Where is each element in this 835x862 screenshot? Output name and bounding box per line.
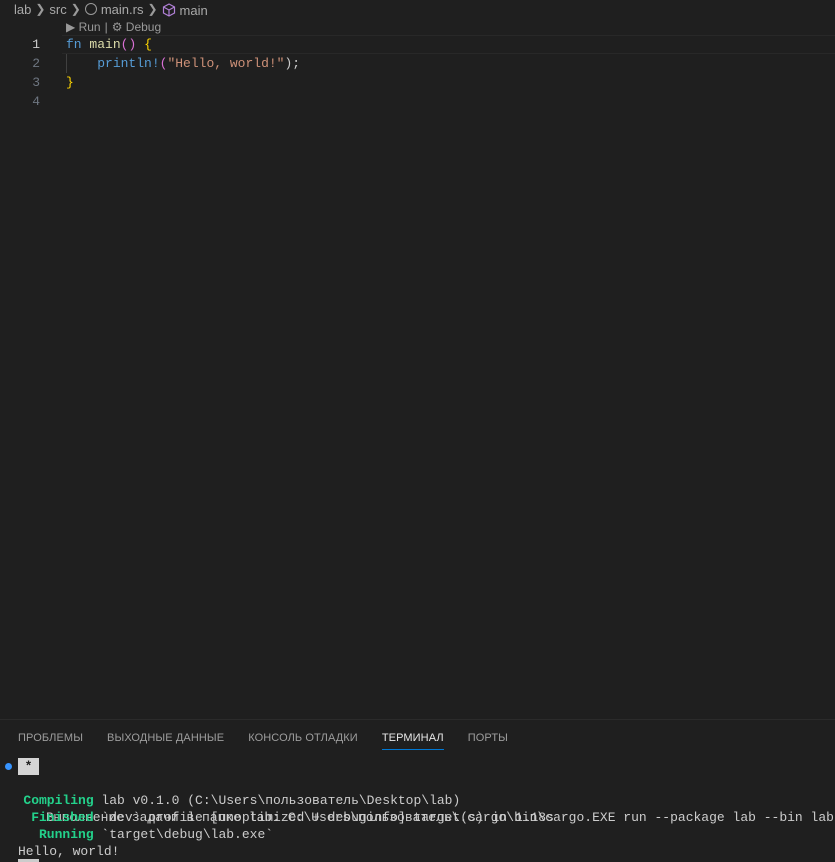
- paren-token: (): [120, 37, 137, 52]
- line-number: 4: [32, 94, 40, 109]
- terminal-line: Hello, world!: [0, 843, 835, 860]
- breadcrumb-symbol-label: main: [179, 2, 208, 18]
- chevron-right-icon: ❯: [35, 2, 46, 16]
- cargo-message: `dev` profile [unoptimized + debuginfo] …: [93, 810, 554, 825]
- line-number: 1: [32, 37, 40, 52]
- line-number: 3: [32, 75, 40, 90]
- breadcrumb-item-lab[interactable]: lab: [14, 2, 31, 17]
- cargo-status: Finished: [0, 810, 94, 825]
- cargo-status: Running: [0, 827, 94, 842]
- code-line[interactable]: 4: [0, 92, 835, 111]
- terminal-task-line: * Выполнение задачи в папке lab: C:\User…: [0, 758, 835, 825]
- chevron-right-icon: ❯: [70, 2, 81, 16]
- terminal-output[interactable]: * Выполнение задачи в папке lab: C:\User…: [0, 758, 835, 860]
- codelens-debug[interactable]: ⚙ Debug: [112, 20, 161, 34]
- punctuation-token: );: [284, 56, 301, 71]
- chevron-right-icon: ❯: [147, 2, 158, 16]
- brace-token: }: [66, 75, 74, 90]
- codelens-separator: |: [104, 20, 108, 34]
- tab-terminal[interactable]: ТЕРМИНАЛ: [381, 720, 444, 756]
- rust-file-icon: [84, 2, 97, 15]
- code-line[interactable]: 1 fn main() {: [0, 35, 835, 54]
- tab-ports[interactable]: ПОРТЫ: [468, 720, 508, 756]
- keyword-token: fn: [66, 37, 82, 52]
- function-name-token: main: [89, 37, 121, 52]
- terminal-line: Finished `dev` profile [unoptimized + de…: [0, 809, 835, 826]
- brace-token: {: [144, 37, 152, 52]
- breadcrumb-item-symbol[interactable]: main: [162, 1, 208, 18]
- tab-debug-console[interactable]: КОНСОЛЬ ОТЛАДКИ: [248, 720, 358, 756]
- code-line[interactable]: 3 }: [0, 73, 835, 92]
- code-line[interactable]: 2 println!("Hello, world!");: [0, 54, 835, 73]
- breadcrumb-file-label: main.rs: [100, 1, 144, 17]
- terminal-line: Running `target\debug\lab.exe`: [0, 826, 835, 843]
- breadcrumb: lab ❯ src ❯ main.rs ❯ main: [0, 0, 835, 18]
- program-output: Hello, world!: [18, 844, 120, 859]
- cargo-message: `target\debug\lab.exe`: [93, 827, 274, 842]
- current-line-highlight: [62, 35, 835, 54]
- breadcrumb-item-src[interactable]: src: [49, 2, 66, 17]
- tab-output[interactable]: ВЫХОДНЫЕ ДАННЫЕ: [107, 720, 224, 756]
- macro-token: println!: [97, 56, 160, 71]
- bottom-panel: ПРОБЛЕМЫ ВЫХОДНЫЕ ДАННЫЕ КОНСОЛЬ ОТЛАДКИ…: [0, 719, 835, 862]
- codelens-run[interactable]: ▶ Run: [66, 20, 101, 34]
- code-editor[interactable]: 1 fn main() { 2 println!("Hello, world!"…: [0, 35, 835, 111]
- panel-tabs: ПРОБЛЕМЫ ВЫХОДНЫЕ ДАННЫЕ КОНСОЛЬ ОТЛАДКИ…: [18, 720, 532, 756]
- codelens: ▶ Run | ⚙ Debug: [66, 19, 161, 35]
- terminal-line: Compiling lab v0.1.0 (C:\Users\пользоват…: [0, 792, 835, 809]
- symbol-function-icon: [162, 2, 175, 17]
- cargo-message: lab v0.1.0 (C:\Users\пользователь\Deskto…: [93, 793, 461, 808]
- string-token: "Hello, world!": [167, 56, 285, 71]
- task-status-dot-icon: [5, 763, 12, 770]
- cargo-status: Compiling: [0, 793, 94, 808]
- tab-problems[interactable]: ПРОБЛЕМЫ: [18, 720, 83, 756]
- task-badge: *: [18, 758, 39, 775]
- line-number: 2: [32, 56, 40, 71]
- breadcrumb-item-file[interactable]: main.rs: [84, 1, 144, 17]
